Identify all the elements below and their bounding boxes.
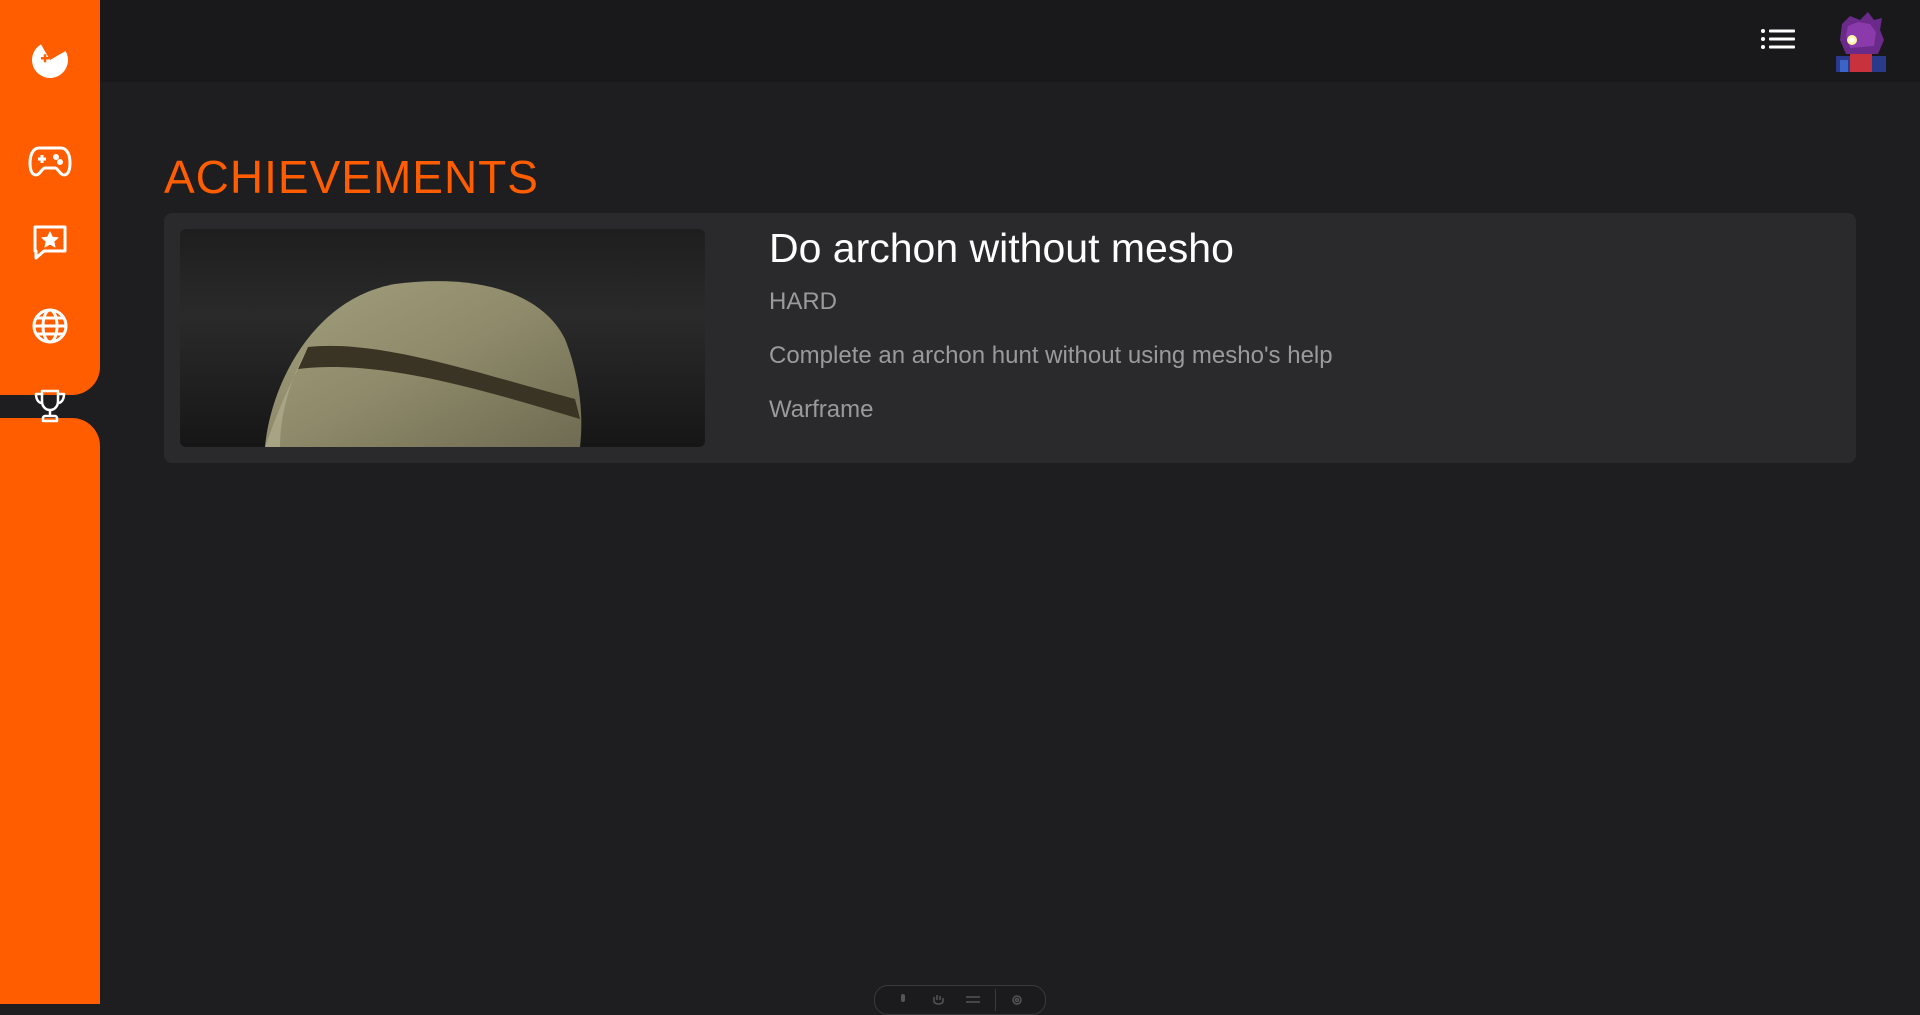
avatar[interactable] [1830, 10, 1892, 72]
top-bar [100, 0, 1920, 82]
dock-microphone-button[interactable] [889, 990, 917, 1010]
achievement-title: Do archon without mesho [769, 225, 1234, 271]
dock-separator [994, 989, 996, 1011]
sidebar-logo[interactable] [0, 20, 100, 100]
star-message-icon [33, 225, 67, 260]
trophy-icon [34, 389, 66, 423]
sidebar [0, 0, 100, 1004]
helmet-thumbnail [265, 281, 582, 447]
sidebar-item-achievements[interactable] [0, 366, 100, 446]
globe-icon [32, 308, 68, 344]
gamepad-icon [28, 146, 72, 177]
menu-button[interactable] [1756, 24, 1800, 60]
dock-hand-button[interactable] [924, 990, 952, 1010]
hand-icon [933, 995, 944, 1005]
sidebar-item-reviews[interactable] [0, 202, 100, 282]
dock-menu-button[interactable] [959, 990, 987, 1010]
bottom-dock [874, 985, 1046, 1015]
dock-settings-button[interactable] [1003, 990, 1031, 1010]
achievement-game: Warframe [769, 396, 874, 423]
achievement-difficulty: HARD [769, 288, 838, 315]
menu-lines-icon [966, 996, 981, 1003]
user-avatar-icon [1836, 12, 1886, 72]
gear-icon [1012, 995, 1022, 1005]
sidebar-item-community[interactable] [0, 286, 100, 366]
achievement-card[interactable]: Do archon without mesho HARD Complete an… [164, 213, 1856, 463]
microphone-icon [900, 994, 905, 1002]
achievement-description: Complete an archon hunt without using me… [769, 342, 1333, 369]
page-title: ACHIEVEMENTS [164, 151, 539, 203]
list-icon [1761, 29, 1795, 49]
pacman-gamepad-icon [32, 44, 68, 78]
achievement-image [180, 229, 705, 447]
sidebar-item-games[interactable] [0, 121, 100, 201]
